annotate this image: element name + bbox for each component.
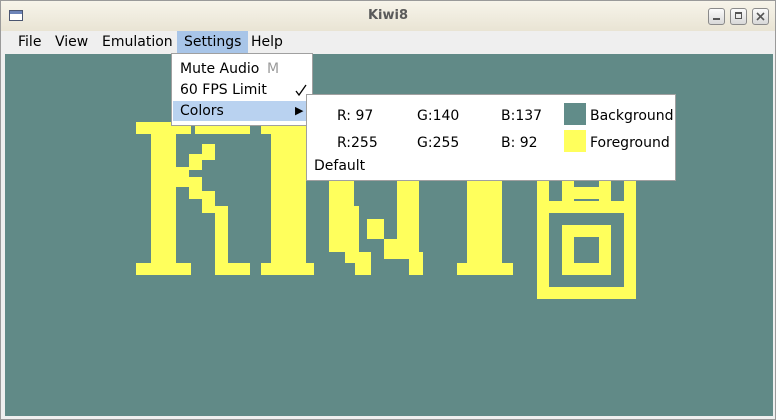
logo-pixel-block [599,225,611,275]
background-color-swatch[interactable] [564,103,586,125]
foreground-blue-value[interactable]: B: 92 [501,134,538,152]
fps-limit-label: 60 FPS Limit [180,82,267,98]
close-button[interactable] [752,8,769,25]
background-red-value[interactable]: R: 97 [337,107,373,125]
menu-settings[interactable]: Settings [177,31,249,54]
logo-pixel-block [549,201,624,213]
logo-pixel-block [409,252,423,275]
background-blue-value[interactable]: B:137 [501,107,542,125]
logo-pixel-block [574,225,599,237]
foreground-label[interactable]: Foreground [590,134,670,152]
menu-view[interactable]: View [48,31,95,54]
menu-bar: File View Emulation Settings Help [1,31,775,54]
menu-help[interactable]: Help [244,31,290,54]
colors-label: Colors [180,103,224,119]
logo-pixel-block [176,167,189,187]
logo-pixel-block [215,206,228,263]
logo-pixel-block [549,287,624,299]
logo-pixel-block [355,252,371,275]
colors-submenu: R: 97 G:140 B:137 Background R:255 G:255… [306,94,676,181]
default-colors-item[interactable]: Default [314,157,365,175]
logo-pixel-block [151,122,176,275]
logo-pixel-block [136,263,191,275]
title-bar[interactable]: Kiwi8 [1,1,775,32]
window-title: Kiwi8 [367,8,409,23]
menu-file[interactable]: File [11,31,48,54]
logo-pixel-block [562,225,574,275]
logo-pixel-block [537,213,549,299]
app-window: Kiwi8 File View Emulation Settings Help [0,0,776,420]
logo-pixel-block [202,144,215,160]
minimize-button[interactable] [708,8,725,25]
foreground-green-value[interactable]: G:255 [417,134,459,152]
maximize-button[interactable] [730,8,747,25]
logo-pixel-block [189,177,202,199]
logo-pixel-block [261,263,314,275]
foreground-red-value[interactable]: R:255 [337,134,378,152]
logo-pixel-block [215,263,250,275]
logo-pixel-block [624,213,636,299]
logo-pixel-block [457,263,513,275]
logo-pixel-block [574,263,599,275]
settings-dropdown: Mute Audio M 60 FPS Limit Colors ▶ [171,53,313,126]
background-green-value[interactable]: G:140 [417,107,459,125]
mute-audio-shortcut: M [267,61,280,77]
logo-pixel-block [574,187,599,199]
mute-audio-label: Mute Audio [180,61,260,77]
close-icon [756,12,765,21]
fps-limit-item[interactable]: 60 FPS Limit [173,80,311,100]
logo-pixel-block [271,122,306,275]
mute-audio-item[interactable]: Mute Audio M [173,59,311,79]
logo-pixel-block [189,154,202,170]
colors-item[interactable]: Colors ▶ [173,101,311,121]
menu-emulation[interactable]: Emulation [95,31,180,54]
logo-pixel-block [367,219,384,239]
submenu-arrow-icon: ▶ [295,104,304,117]
foreground-color-swatch[interactable] [564,130,586,152]
logo-pixel-block [202,191,215,213]
background-label[interactable]: Background [590,107,674,125]
